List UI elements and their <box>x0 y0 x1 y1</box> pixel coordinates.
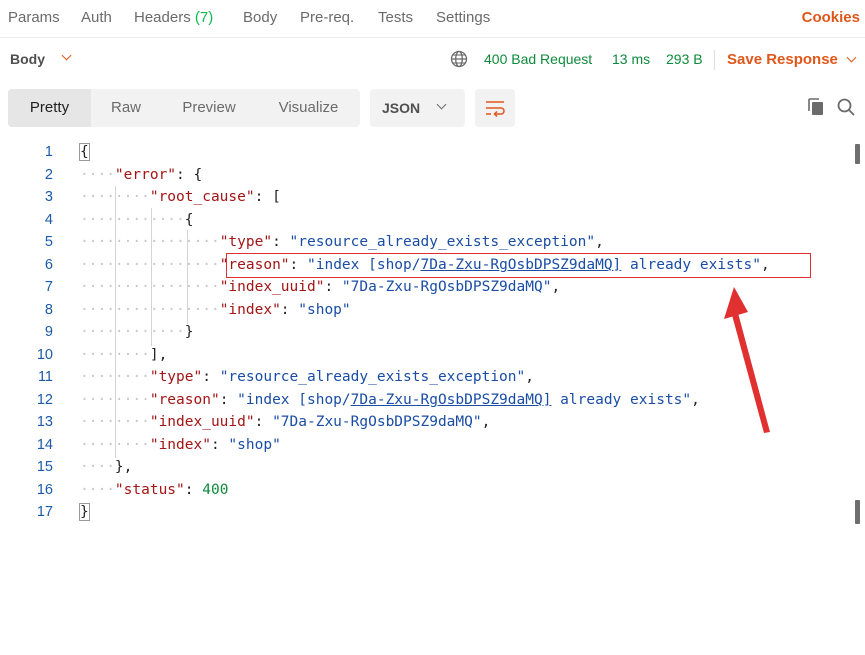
json-string: "7Da-Zxu-RgOsbDPSZ9daMQ" <box>341 279 552 295</box>
scrollbar-thumb[interactable] <box>855 500 860 524</box>
view-raw-button[interactable]: Raw <box>91 89 161 127</box>
chevron-down-icon <box>436 99 447 110</box>
code-line: ····"error": { <box>80 167 203 183</box>
code-line: ····}, <box>80 459 133 475</box>
json-string: "shop" <box>298 302 351 318</box>
tab-headers-label: Headers <box>134 9 191 26</box>
json-key: "index_uuid" <box>219 279 325 295</box>
highlight-box <box>226 253 811 278</box>
json-key: "index" <box>219 302 281 318</box>
tab-body[interactable]: Body <box>243 9 277 26</box>
tab-prereq[interactable]: Pre-req. <box>300 9 354 26</box>
json-key: "index" <box>149 437 211 453</box>
code-line: ············{ <box>80 212 194 228</box>
json-key: "index_uuid" <box>149 414 255 430</box>
view-visualize-button[interactable]: Visualize <box>257 89 360 127</box>
annotation-arrow-icon <box>724 287 770 433</box>
code-punct: : [ <box>254 189 281 205</box>
line-number: 4 <box>44 212 53 228</box>
line-number: 3 <box>44 189 53 205</box>
search-icon[interactable] <box>836 97 856 117</box>
code-line: ········"type": "resource_already_exists… <box>80 369 534 385</box>
json-string: "index [shop/ <box>237 392 351 408</box>
line-number: 17 <box>36 504 53 520</box>
code-punct: } <box>79 503 90 521</box>
code-line: ················"index_uuid": "7Da-Zxu-R… <box>80 279 561 295</box>
line-number: 9 <box>44 324 53 340</box>
divider <box>714 50 715 70</box>
view-mode-group: Pretty Raw Preview Visualize <box>8 89 360 127</box>
line-number: 7 <box>44 279 53 295</box>
json-string: "resource_already_exists_exception" <box>219 369 526 385</box>
copy-icon[interactable] <box>806 97 826 117</box>
line-number: 14 <box>36 437 53 453</box>
status-code[interactable]: 400 Bad Request <box>484 51 592 67</box>
request-tabs: Params Auth Headers (7) Body Pre-req. Te… <box>0 0 865 38</box>
code-line: ········"root_cause": [ <box>80 189 281 205</box>
tab-params[interactable]: Params <box>8 9 60 26</box>
json-key: "error" <box>114 167 177 183</box>
json-string-link[interactable]: 7Da-Zxu-RgOsbDPSZ9daMQ] <box>351 392 552 408</box>
response-time[interactable]: 13 ms <box>612 51 650 67</box>
globe-icon[interactable] <box>450 50 468 68</box>
wrap-lines-button[interactable] <box>475 89 515 127</box>
wrap-lines-icon <box>486 101 505 118</box>
headers-count-badge: (7) <box>194 9 214 26</box>
code-line: ····"status": 400 <box>80 482 229 498</box>
json-string: "resource_already_exists_exception" <box>289 234 596 250</box>
json-string: already exists" <box>551 392 692 408</box>
code-line: } <box>79 503 90 521</box>
chevron-down-icon[interactable] <box>846 52 857 63</box>
code-line: ········"index": "shop" <box>80 437 281 453</box>
json-key: "root_cause" <box>149 189 255 205</box>
line-number: 8 <box>44 302 53 318</box>
scrollbar-thumb[interactable] <box>855 144 860 164</box>
tab-auth[interactable]: Auth <box>81 9 112 26</box>
response-header: Body 400 Bad Request 13 ms 293 B Save Re… <box>0 38 865 82</box>
tab-headers[interactable]: Headers (7) <box>134 9 213 26</box>
code-punct: { <box>184 212 194 228</box>
json-string: "7Da-Zxu-RgOsbDPSZ9daMQ" <box>272 414 482 430</box>
line-number: 10 <box>36 347 53 363</box>
view-pretty-button[interactable]: Pretty <box>8 89 91 127</box>
response-size[interactable]: 293 B <box>666 51 703 67</box>
code-line: ················"index": "shop" <box>80 302 351 318</box>
tab-tests[interactable]: Tests <box>378 9 413 26</box>
format-select[interactable]: JSON <box>370 89 465 127</box>
view-preview-button[interactable]: Preview <box>161 89 257 127</box>
chevron-down-icon[interactable] <box>61 50 72 61</box>
json-number: 400 <box>202 482 229 498</box>
line-number: 2 <box>44 167 53 183</box>
json-key: "type" <box>149 369 203 385</box>
line-number: 6 <box>44 257 53 273</box>
line-number: 1 <box>44 144 53 160</box>
code-punct: { <box>79 143 90 161</box>
line-number: 5 <box>44 234 53 250</box>
code-line: ········"reason": "index [shop/7Da-Zxu-R… <box>80 392 700 408</box>
code-punct: }, <box>114 459 133 475</box>
json-string: "shop" <box>228 437 281 453</box>
code-line: { <box>79 143 90 161</box>
line-number: 13 <box>36 414 53 430</box>
json-key: "status" <box>114 482 185 498</box>
code-line: ················"type": "resource_alread… <box>80 234 604 250</box>
line-number: 12 <box>36 392 53 408</box>
code-line: ············} <box>80 324 194 340</box>
cookies-link[interactable]: Cookies <box>802 9 860 26</box>
code-punct: ], <box>149 347 168 363</box>
json-key: "type" <box>219 234 273 250</box>
json-key: "reason" <box>149 392 220 408</box>
code-punct: } <box>184 324 194 340</box>
format-label: JSON <box>382 100 421 116</box>
response-section-select[interactable]: Body <box>10 51 45 67</box>
line-number: 15 <box>36 459 53 475</box>
save-response-button[interactable]: Save Response <box>727 51 838 68</box>
code-line: ········], <box>80 347 168 363</box>
code-line: ········"index_uuid": "7Da-Zxu-RgOsbDPSZ… <box>80 414 491 430</box>
tab-settings[interactable]: Settings <box>436 9 490 26</box>
line-number: 11 <box>37 369 53 385</box>
code-punct: : { <box>176 167 203 183</box>
line-number: 16 <box>36 482 53 498</box>
